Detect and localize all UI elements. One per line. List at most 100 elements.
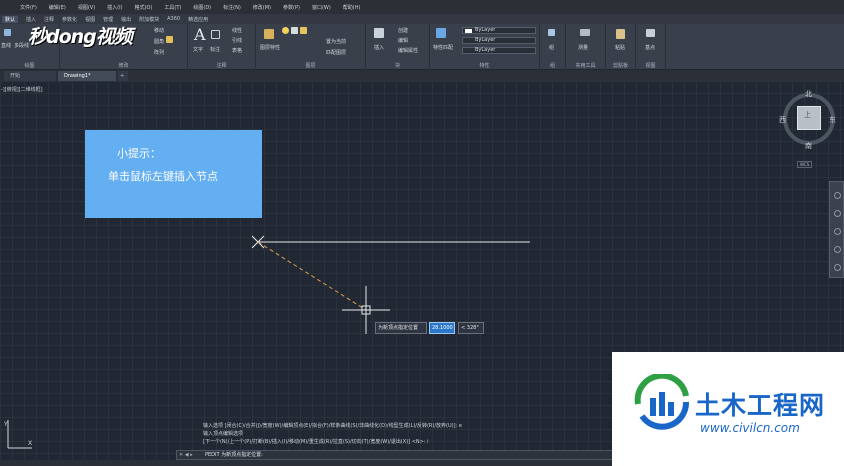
- tab-a360[interactable]: A360: [167, 16, 180, 22]
- annot-linear[interactable]: 线性: [232, 27, 242, 34]
- block-insert-label[interactable]: 插入: [374, 44, 384, 51]
- menu-insert[interactable]: 插入(I): [107, 4, 122, 11]
- menu-parametric[interactable]: 参数(P): [283, 4, 300, 11]
- panel-utilities: 测量 实用工具: [566, 24, 606, 70]
- util-measure-label[interactable]: 测量: [578, 44, 588, 51]
- color-select[interactable]: ByLayer: [462, 27, 536, 34]
- annot-dim-label[interactable]: 标注: [210, 46, 220, 53]
- menu-window[interactable]: 窗口(W): [312, 4, 331, 11]
- command-input[interactable]: PEDIT 为新顶点指定位置:: [205, 451, 263, 459]
- hint-title: 小提示：: [117, 147, 161, 160]
- lineweight-select[interactable]: ByLayer: [462, 47, 536, 54]
- viewport-label[interactable]: -][俯视][二维线框]: [1, 86, 43, 93]
- modify-fillet[interactable]: 圆角: [154, 38, 164, 45]
- tab-start[interactable]: 开始: [4, 71, 56, 81]
- group-icon[interactable]: [548, 29, 555, 36]
- draw-pline-label[interactable]: 多段线: [14, 42, 29, 49]
- base-view-icon[interactable]: [646, 29, 655, 37]
- showmotion-icon[interactable]: [834, 264, 841, 271]
- menu-edit[interactable]: 编辑(E): [49, 4, 66, 11]
- file-tabs: 开始 Drawing1* +: [0, 70, 844, 81]
- paste-icon[interactable]: [616, 29, 625, 39]
- new-tab-button[interactable]: +: [118, 71, 128, 81]
- group-label[interactable]: 组: [549, 44, 554, 51]
- annot-leader[interactable]: 引线: [232, 37, 242, 44]
- block-attr[interactable]: 编辑属性: [398, 47, 418, 54]
- panel-group: 组 组: [540, 24, 566, 70]
- menu-help[interactable]: 帮助(H): [343, 4, 361, 11]
- panel-annotation-title: 注释: [216, 63, 227, 69]
- linetype-value: ByLayer: [475, 37, 496, 43]
- compass-south[interactable]: 南: [805, 141, 812, 151]
- lock-icon[interactable]: [300, 27, 307, 34]
- site-logo-icon: [634, 374, 690, 430]
- prompt-label: 为新顶点指定位置: [375, 322, 427, 334]
- navigation-bar: [829, 181, 844, 278]
- panel-clipboard-title: 剪贴板: [612, 63, 628, 69]
- zoom-icon[interactable]: [834, 228, 841, 235]
- draw-line-label[interactable]: 直线: [1, 42, 11, 49]
- menu-draw[interactable]: 绘图(D): [193, 4, 211, 11]
- panel-properties: 特性匹配 ByLayer ByLayer ByLayer 特性: [430, 24, 540, 70]
- menu-tools[interactable]: 工具(T): [164, 4, 181, 11]
- menu-bar: 文件(F) 编辑(E) 视图(V) 插入(I) 格式(O) 工具(T) 绘图(D…: [0, 0, 844, 14]
- light-bulb-icon[interactable]: [282, 27, 289, 34]
- pan-icon[interactable]: [834, 210, 841, 217]
- viewcube-top[interactable]: 上: [804, 110, 811, 120]
- compass-west[interactable]: 西: [779, 115, 786, 125]
- dimension-icon[interactable]: [211, 30, 220, 39]
- modify-move[interactable]: 移动: [154, 27, 164, 34]
- panel-layers-title: 图层: [305, 63, 316, 69]
- insert-block-icon[interactable]: [374, 28, 384, 38]
- command-line[interactable]: ✕ ◀ ▸ PEDIT 为新顶点指定位置:: [176, 450, 613, 460]
- angle-input[interactable]: < 328°: [458, 322, 484, 334]
- measure-icon[interactable]: [580, 29, 590, 36]
- view-base-label[interactable]: 基点: [645, 44, 655, 51]
- clip-paste-label[interactable]: 粘贴: [615, 44, 625, 51]
- fillet-icon[interactable]: [166, 36, 173, 43]
- length-input[interactable]: 28.1000: [429, 322, 455, 334]
- linetype-select[interactable]: ByLayer: [462, 37, 536, 44]
- panel-group-title: 组: [549, 63, 555, 69]
- site-name: 土木工程网: [695, 391, 826, 420]
- annot-table[interactable]: 表格: [232, 47, 242, 54]
- block-edit[interactable]: 编辑: [398, 37, 408, 44]
- line-icon[interactable]: [4, 29, 11, 36]
- layer-current[interactable]: 置为当前: [326, 38, 346, 45]
- tab-featured[interactable]: 精选应用: [188, 16, 208, 23]
- layer-properties-icon[interactable]: [264, 29, 274, 39]
- layer-props-label[interactable]: 图层特性: [260, 44, 280, 51]
- command-history-line-3: [下一个(N)/上一个(P)/打断(B)/插入(I)/移动(M)/重生成(R)/…: [203, 439, 429, 445]
- menu-format[interactable]: 格式(O): [135, 4, 153, 11]
- match-properties-icon[interactable]: [436, 28, 446, 38]
- menu-modify[interactable]: 修改(M): [253, 4, 271, 11]
- site-url: www.civilcn.com: [700, 421, 800, 435]
- panel-clipboard: 粘贴 剪贴板: [606, 24, 636, 70]
- menu-dimension[interactable]: 标注(N): [223, 4, 241, 11]
- status-bar: [0, 460, 612, 466]
- command-history-line-1: 输入选项 [闭合(C)/合并(J)/宽度(W)/编辑顶点(E)/拟合(F)/样条…: [203, 423, 462, 429]
- annot-text-label[interactable]: 文字: [193, 46, 203, 53]
- lineweight-value: ByLayer: [475, 47, 496, 53]
- menu-view[interactable]: 视图(V): [78, 4, 95, 11]
- text-icon[interactable]: A: [194, 25, 206, 44]
- props-match-label[interactable]: 特性匹配: [433, 44, 453, 51]
- layer-match[interactable]: 匹配图层: [326, 49, 346, 56]
- compass-north[interactable]: 北: [805, 89, 812, 99]
- tab-default[interactable]: 默认: [2, 15, 19, 23]
- hint-box: 小提示： 单击鼠标左键插入节点: [85, 130, 262, 218]
- color-swatch: [465, 29, 472, 33]
- wcs-menu[interactable]: WCS: [797, 161, 813, 168]
- compass-east[interactable]: 东: [829, 115, 836, 125]
- modify-array[interactable]: 阵列: [154, 49, 164, 56]
- color-value: ByLayer: [475, 27, 496, 33]
- video-logo: 秒dong视频: [28, 26, 133, 48]
- steering-wheel-icon[interactable]: [834, 192, 841, 199]
- command-line-icons[interactable]: ✕ ◀ ▸: [179, 451, 193, 459]
- orbit-icon[interactable]: [834, 246, 841, 253]
- tab-drawing1[interactable]: Drawing1*: [58, 71, 116, 81]
- sun-icon[interactable]: [291, 27, 298, 34]
- block-create[interactable]: 创建: [398, 27, 408, 34]
- menu-file[interactable]: 文件(F): [20, 4, 37, 11]
- tab-addins[interactable]: 附加模块: [139, 16, 159, 23]
